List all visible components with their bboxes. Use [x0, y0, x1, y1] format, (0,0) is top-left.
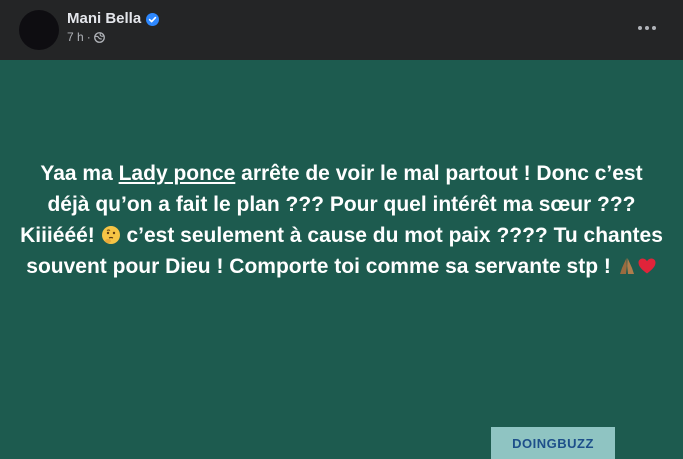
post-time[interactable]: 7 h [67, 30, 84, 44]
thinking-face-icon [101, 226, 120, 244]
post-text-end: c’est seulement à cause du mot paix ????… [26, 224, 663, 278]
post-header: Mani Bella 7 h · [0, 0, 683, 60]
mention-link[interactable]: Lady ponce [119, 162, 236, 185]
post-meta: 7 h · [67, 30, 105, 44]
dot-icon [652, 26, 656, 30]
avatar[interactable] [19, 10, 59, 50]
watermark-label: DOINGBUZZ [512, 435, 594, 451]
globe-icon[interactable] [93, 31, 105, 43]
post-text-start: Yaa ma [40, 162, 119, 185]
watermark-text: DOINGBUZZ [512, 436, 594, 451]
author-name[interactable]: Mani Bella [67, 10, 141, 28]
dot-icon [645, 26, 649, 30]
meta-separator: · [86, 30, 91, 44]
post-text: Yaa ma Lady ponce arrête de voir le mal … [20, 158, 663, 282]
dot-icon [638, 26, 642, 30]
folded-hands-icon [619, 258, 634, 274]
more-options-button[interactable] [633, 18, 661, 38]
author-row: Mani Bella [67, 10, 160, 28]
verified-badge-icon [146, 12, 160, 26]
red-heart-icon [638, 258, 656, 274]
watermark-logo: DOINGBUZZ [491, 427, 615, 459]
